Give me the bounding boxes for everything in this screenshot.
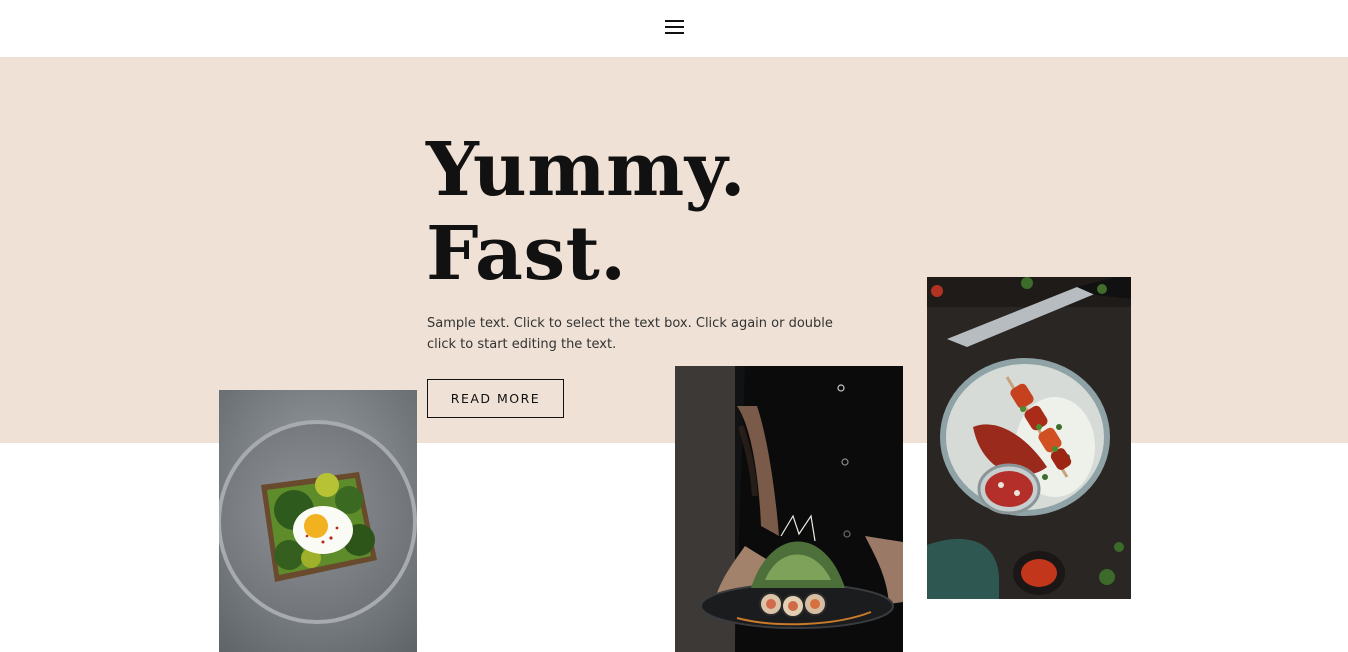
top-bar: [0, 0, 1348, 57]
headline-line-2: Fast.: [426, 211, 627, 297]
skewers-plate-image: [927, 277, 1131, 599]
avocado-toast-image: [219, 390, 417, 652]
menu-line: [665, 26, 684, 28]
read-more-button[interactable]: READ MORE: [427, 379, 564, 418]
hero-body-text[interactable]: Sample text. Click to select the text bo…: [427, 313, 837, 355]
menu-line: [665, 32, 684, 34]
chef-plating-image: [675, 366, 903, 652]
hamburger-menu-icon[interactable]: [664, 18, 686, 38]
hero-headline: Yummy. Fast.: [426, 128, 746, 296]
menu-line: [665, 20, 684, 22]
headline-line-1: Yummy.: [426, 127, 747, 213]
